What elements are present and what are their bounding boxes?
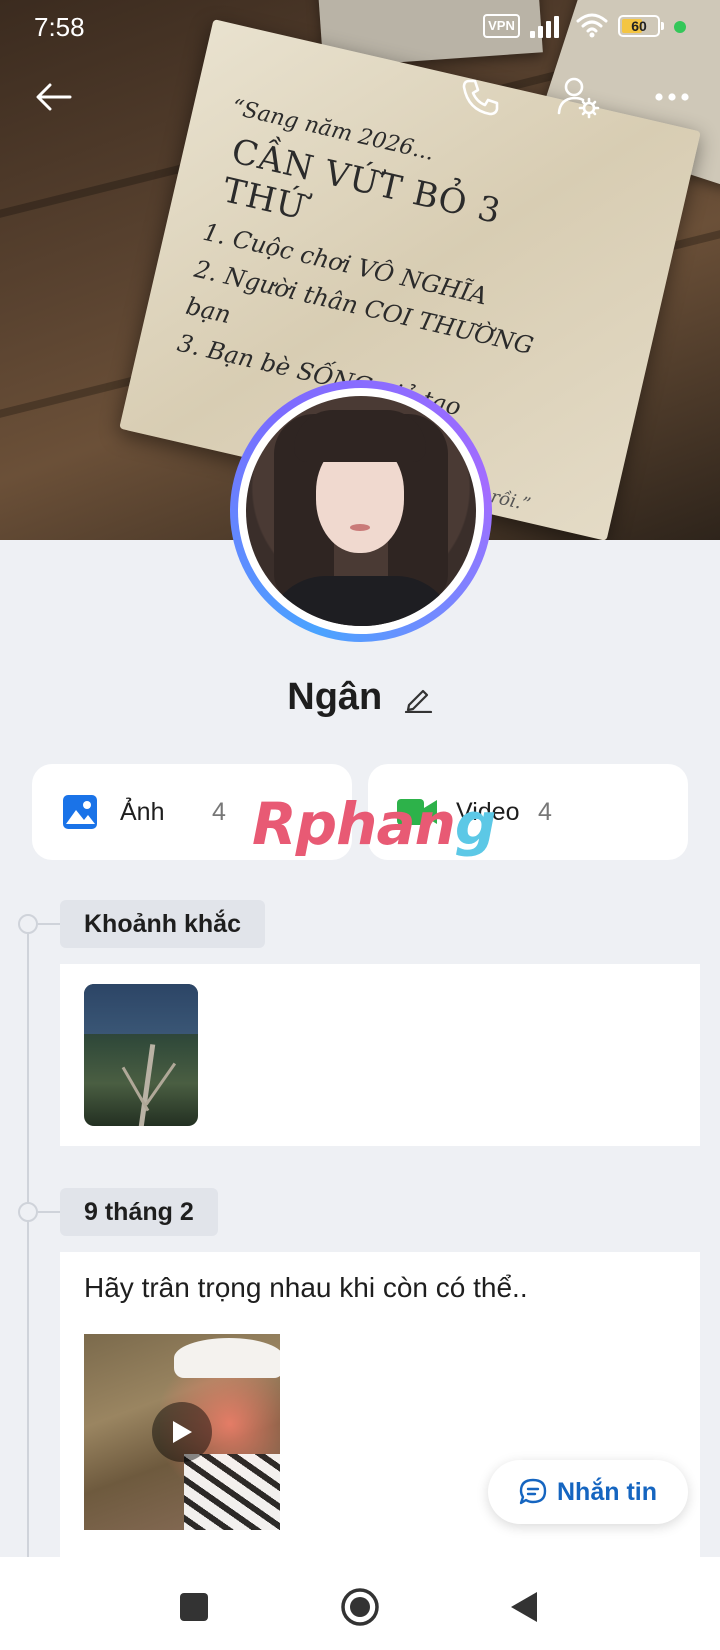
timeline-dot	[18, 1202, 38, 1222]
user-settings-icon	[557, 77, 600, 119]
profile-name: Ngân	[287, 676, 383, 718]
system-nav-bar	[0, 1557, 720, 1650]
status-bar: 7:58 VPN 60	[0, 0, 720, 54]
signal-icon	[530, 14, 566, 38]
profile-name-row: Ngân	[0, 676, 720, 726]
vpn-icon: VPN	[483, 14, 520, 38]
arrow-left-icon	[36, 83, 72, 111]
edit-name-icon[interactable]	[403, 683, 433, 713]
moments-panel	[60, 964, 700, 1146]
call-button[interactable]	[452, 69, 508, 125]
recents-button[interactable]	[172, 1585, 216, 1629]
photos-count: 4	[212, 798, 226, 826]
square-icon	[180, 1593, 208, 1621]
photos-label: Ảnh	[120, 798, 165, 826]
status-time: 7:58	[34, 12, 85, 42]
timeline-line	[27, 922, 29, 1562]
timeline-tick	[38, 1211, 60, 1213]
avatar[interactable]	[230, 380, 492, 642]
message-button[interactable]: Nhắn tin	[488, 1460, 688, 1524]
post-video-thumbnail[interactable]	[84, 1334, 280, 1530]
timeline-tick	[38, 923, 60, 925]
battery-level: 60	[631, 18, 647, 34]
moment-thumbnail[interactable]	[84, 984, 198, 1126]
privacy-indicator	[674, 21, 686, 33]
watermark-logo: Rphang	[252, 790, 496, 858]
more-button[interactable]	[644, 69, 700, 125]
more-horizontal-icon	[655, 93, 689, 101]
wifi-icon	[576, 13, 608, 38]
timeline-section-label: Khoảnh khắc	[60, 900, 265, 948]
triangle-back-icon	[511, 1592, 537, 1622]
home-circle-icon	[341, 1588, 379, 1626]
back-button[interactable]	[26, 69, 82, 125]
chat-bubble-icon	[519, 1478, 547, 1505]
back-nav-button[interactable]	[502, 1585, 546, 1629]
message-button-label: Nhắn tin	[557, 1477, 657, 1506]
videos-count: 4	[538, 798, 552, 826]
image-icon	[63, 795, 97, 829]
avatar-photo	[246, 396, 476, 626]
post-text: Hãy trân trọng nhau khi còn có thể..	[84, 1272, 528, 1303]
timeline-section-label: 9 tháng 2	[60, 1188, 218, 1236]
profile-settings-button[interactable]	[550, 69, 606, 125]
phone-icon	[462, 79, 499, 116]
play-icon[interactable]	[152, 1402, 212, 1462]
battery-icon: 60	[618, 15, 664, 37]
home-button[interactable]	[338, 1585, 382, 1629]
timeline-dot	[18, 914, 38, 934]
